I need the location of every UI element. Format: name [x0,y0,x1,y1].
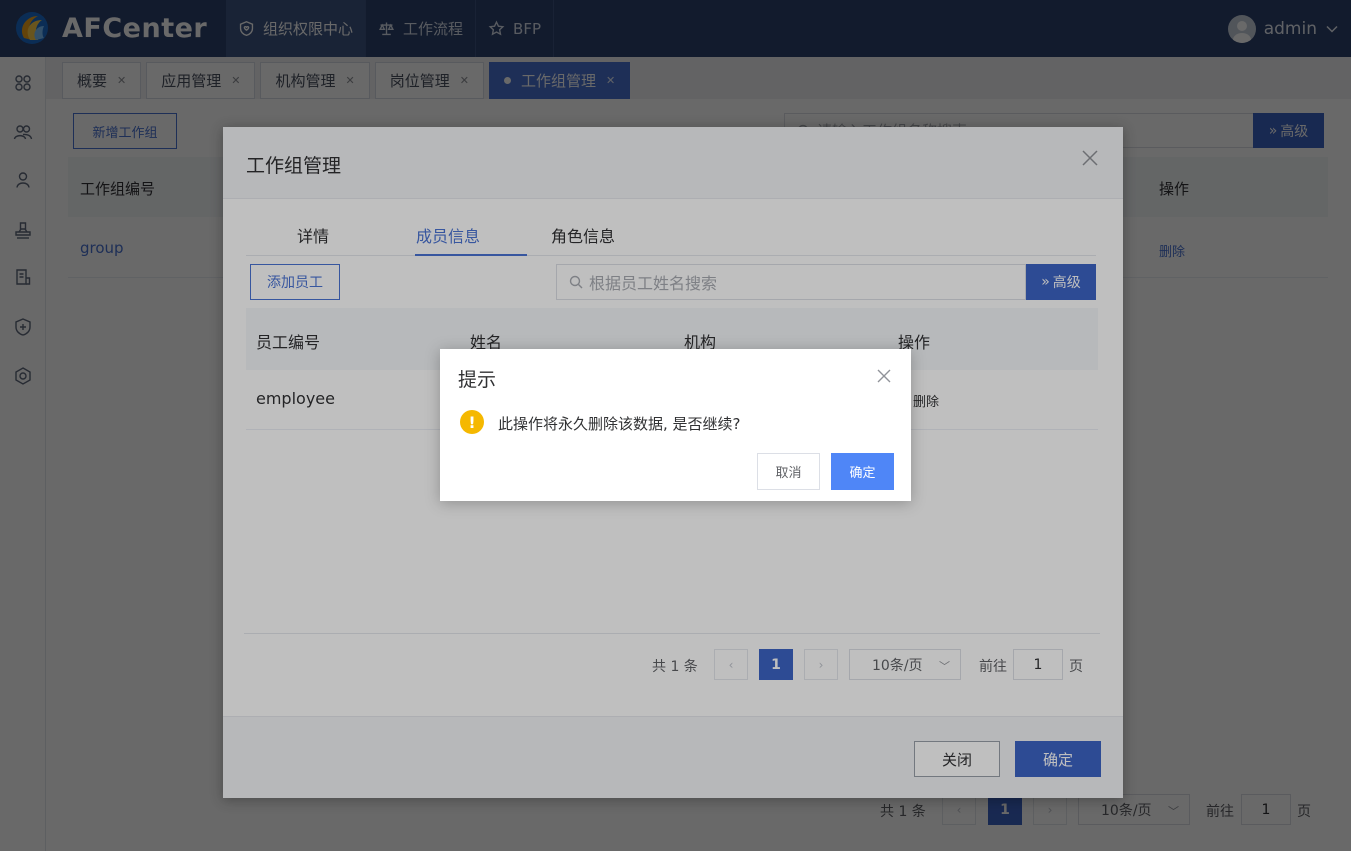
close-icon[interactable] [877,369,891,383]
ok-button[interactable]: 确定 [831,453,894,490]
confirm-title: 提示 [458,369,497,391]
cancel-button[interactable]: 取消 [757,453,820,490]
confirm-message: 此操作将永久删除该数据, 是否继续? [498,415,741,433]
delete-confirm-dialog: 提示 ! 此操作将永久删除该数据, 是否继续? 取消 确定 [440,349,911,501]
warning-icon: ! [460,410,484,434]
